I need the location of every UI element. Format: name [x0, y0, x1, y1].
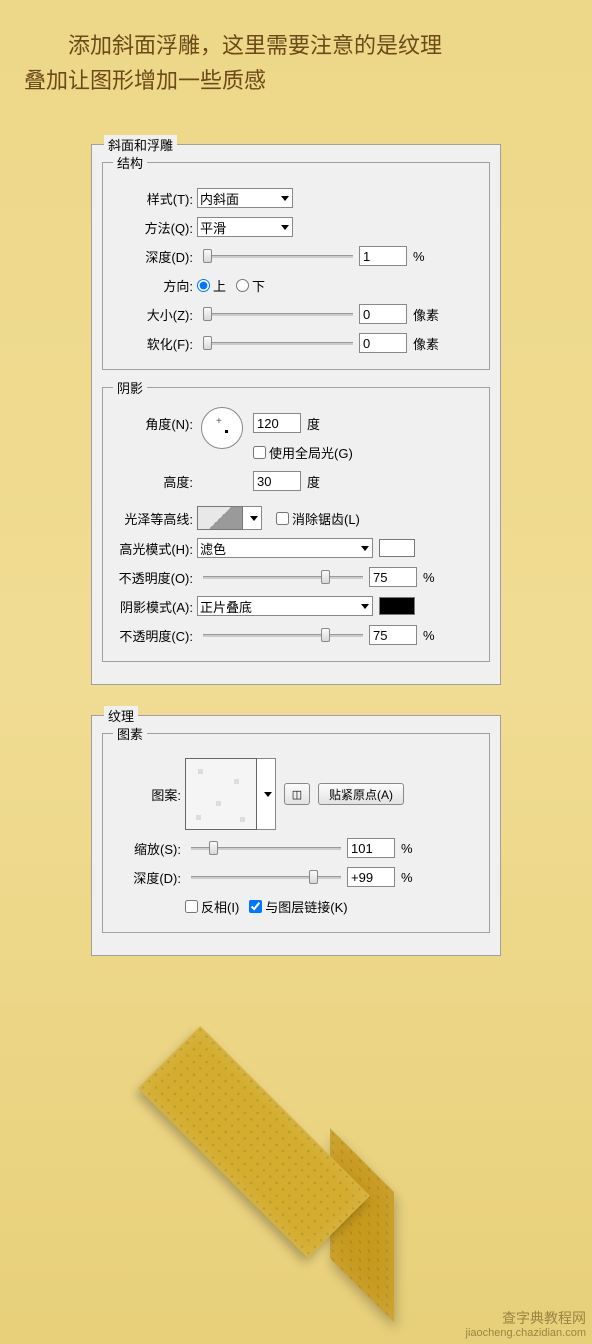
structure-title: 结构	[113, 153, 147, 172]
antialias-checkbox[interactable]: 消除锯齿(L)	[276, 509, 360, 528]
chevron-down-icon	[281, 196, 289, 201]
shadow-color-swatch[interactable]	[379, 597, 415, 615]
size-unit: 像素	[413, 305, 439, 324]
panel2-title: 纹理	[104, 706, 138, 725]
pattern-label: 图案:	[113, 785, 185, 804]
angle-label: 角度(N):	[113, 414, 197, 433]
shadow-mode-label: 阴影模式(A):	[113, 597, 197, 616]
highlight-opacity-input[interactable]	[369, 567, 417, 587]
tex-depth-slider[interactable]	[191, 870, 341, 884]
watermark-sub: jiaocheng.chazidian.com	[466, 1327, 586, 1340]
highlight-mode-select[interactable]: 滤色	[197, 538, 373, 558]
global-light-checkbox[interactable]: 使用全局光(G)	[253, 443, 353, 462]
chevron-down-icon	[281, 225, 289, 230]
shadow-opacity-input[interactable]	[369, 625, 417, 645]
soften-unit: 像素	[413, 334, 439, 353]
soften-slider[interactable]	[203, 336, 353, 350]
snap-origin-button[interactable]: 贴紧原点(A)	[318, 783, 404, 805]
invert-checkbox[interactable]: 反相(I)	[185, 897, 239, 916]
element-title: 图素	[113, 724, 147, 743]
new-preset-icon: ◫	[292, 788, 302, 801]
size-input[interactable]	[359, 304, 407, 324]
depth-input[interactable]	[359, 246, 407, 266]
chevron-down-icon	[361, 604, 369, 609]
shading-title: 阴影	[113, 378, 147, 397]
ribbon-preview	[140, 1010, 400, 1300]
tex-depth-label: 深度(D):	[113, 868, 185, 887]
new-preset-button[interactable]: ◫	[284, 783, 310, 805]
scale-input[interactable]	[347, 838, 395, 858]
chevron-down-icon	[264, 792, 272, 797]
size-label: 大小(Z):	[113, 305, 197, 324]
gloss-contour-caret[interactable]	[243, 506, 262, 530]
bevel-emboss-panel: 斜面和浮雕 结构 样式(T): 内斜面 方法(Q): 平滑 深度(D): %	[91, 144, 501, 685]
shading-group: 阴影 角度(N): 高度: + 度 使用全局光(G)	[102, 378, 490, 662]
structure-group: 结构 样式(T): 内斜面 方法(Q): 平滑 深度(D): % 方向:	[102, 153, 490, 370]
method-label: 方法(Q):	[113, 218, 197, 237]
highlight-color-swatch[interactable]	[379, 539, 415, 557]
direction-down-radio[interactable]: 下	[236, 276, 265, 295]
depth-label: 深度(D):	[113, 247, 197, 266]
scale-unit: %	[401, 841, 413, 856]
shadow-opacity-slider[interactable]	[203, 628, 363, 642]
highlight-opacity-label: 不透明度(O):	[113, 568, 197, 587]
intro-line2: 叠加让图形增加一些质感	[24, 63, 568, 98]
highlight-opacity-unit: %	[423, 570, 435, 585]
shadow-opacity-label: 不透明度(C):	[113, 626, 197, 645]
intro-line1: 添加斜面浮雕，这里需要注意的是纹理	[68, 28, 568, 63]
highlight-opacity-slider[interactable]	[203, 570, 363, 584]
pattern-caret[interactable]	[257, 758, 276, 830]
angle-dial[interactable]: +	[201, 407, 243, 449]
pattern-picker[interactable]	[185, 758, 257, 830]
link-layer-checkbox[interactable]: 与图层链接(K)	[249, 897, 347, 916]
panel1-title: 斜面和浮雕	[104, 135, 177, 154]
size-slider[interactable]	[203, 307, 353, 321]
chevron-down-icon	[250, 516, 258, 521]
direction-up-radio[interactable]: 上	[197, 276, 226, 295]
style-select[interactable]: 内斜面	[197, 188, 293, 208]
altitude-unit: 度	[307, 472, 320, 491]
style-label: 样式(T):	[113, 189, 197, 208]
angle-unit: 度	[307, 414, 320, 433]
altitude-label: 高度:	[113, 472, 197, 491]
angle-input[interactable]	[253, 413, 301, 433]
altitude-input[interactable]	[253, 471, 301, 491]
gloss-label: 光泽等高线:	[113, 509, 197, 528]
texture-panel: 纹理 图素 图案: ◫ 贴紧原点(A) 缩放(S):	[91, 715, 501, 956]
shadow-mode-select[interactable]: 正片叠底	[197, 596, 373, 616]
soften-input[interactable]	[359, 333, 407, 353]
depth-slider[interactable]	[203, 249, 353, 263]
watermark: 查字典教程网 jiaocheng.chazidian.com	[466, 1310, 586, 1340]
direction-label: 方向:	[113, 276, 197, 295]
scale-label: 缩放(S):	[113, 839, 185, 858]
watermark-main: 查字典教程网	[466, 1310, 586, 1327]
intro-text: 添加斜面浮雕，这里需要注意的是纹理 叠加让图形增加一些质感	[0, 0, 592, 108]
tex-depth-input[interactable]	[347, 867, 395, 887]
gloss-contour-picker[interactable]	[197, 506, 243, 530]
shadow-opacity-unit: %	[423, 628, 435, 643]
depth-unit: %	[413, 249, 425, 264]
soften-label: 软化(F):	[113, 334, 197, 353]
scale-slider[interactable]	[191, 841, 341, 855]
chevron-down-icon	[361, 546, 369, 551]
element-group: 图素 图案: ◫ 贴紧原点(A) 缩放(S): %	[102, 724, 490, 933]
tex-depth-unit: %	[401, 870, 413, 885]
highlight-mode-label: 高光模式(H):	[113, 539, 197, 558]
method-select[interactable]: 平滑	[197, 217, 293, 237]
